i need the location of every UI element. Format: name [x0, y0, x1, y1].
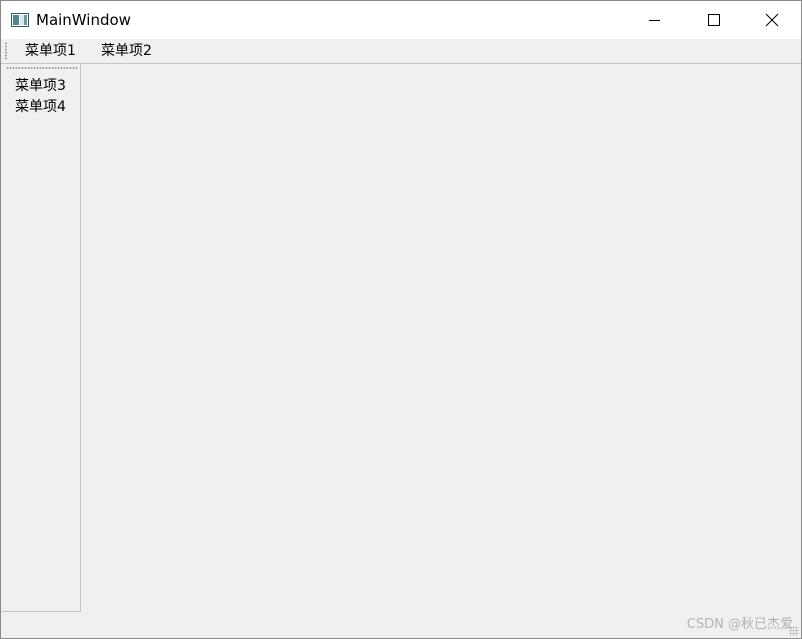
window-title: MainWindow	[36, 11, 131, 29]
qt-window-icon	[11, 12, 29, 27]
side-toolbar-item-3[interactable]: 菜单项3	[15, 76, 66, 96]
toolbar-item-1[interactable]: 菜单项1	[25, 41, 76, 61]
toolbar-item-2[interactable]: 菜单项2	[101, 41, 152, 61]
toolbar-grip-handle[interactable]	[5, 42, 7, 60]
close-icon	[765, 13, 779, 27]
watermark-text: CSDN @秋已杰爱	[686, 617, 793, 632]
minimize-icon	[649, 20, 660, 21]
close-button[interactable]	[743, 1, 801, 39]
resize-grip-handle[interactable]	[789, 626, 799, 636]
maximize-button[interactable]	[685, 1, 743, 39]
minimize-button[interactable]	[627, 1, 685, 39]
main-window: MainWindow 菜单项1 菜单项2 菜单项3 菜单项4 CSDN @秋已杰…	[0, 0, 802, 639]
side-toolbar-item-4[interactable]: 菜单项4	[15, 97, 66, 117]
maximize-icon	[708, 14, 720, 26]
main-toolbar: 菜单项1 菜单项2	[1, 39, 801, 64]
side-toolbar: 菜单项3 菜单项4	[1, 64, 81, 612]
side-toolbar-grip-handle[interactable]	[6, 67, 78, 69]
title-bar[interactable]: MainWindow	[1, 1, 801, 39]
